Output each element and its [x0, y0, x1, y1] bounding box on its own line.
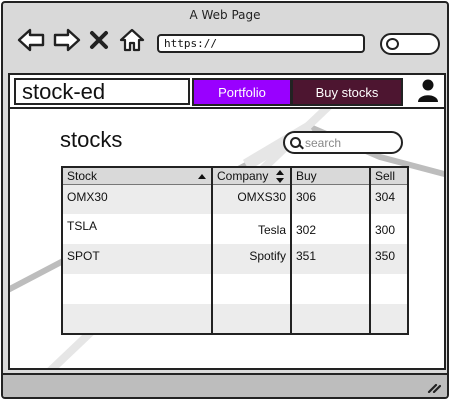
- cell-sell: [370, 304, 408, 334]
- table-row[interactable]: OMX30 OMXS30 306 304: [62, 184, 408, 214]
- close-icon: [90, 31, 108, 49]
- cell-sell: [370, 274, 408, 304]
- cell-sell: 300: [375, 223, 396, 237]
- cell-stock: [62, 274, 213, 304]
- page-content: stock-ed Portfolio Buy stocks stocks sea…: [8, 73, 446, 370]
- table-header-row: Stock Company Buy Sell: [62, 167, 408, 185]
- cell-company: [212, 274, 292, 304]
- brand-logo[interactable]: stock-ed: [14, 78, 190, 105]
- tab-portfolio-label: Portfolio: [218, 84, 266, 100]
- cell-buy: [291, 304, 371, 334]
- cell-company: Tesla: [212, 214, 292, 244]
- cell-buy: 351: [291, 244, 371, 274]
- resize-grip-icon[interactable]: [427, 381, 441, 393]
- stop-button[interactable]: [87, 27, 111, 53]
- status-bar: [3, 373, 447, 397]
- cell-buy: [291, 274, 371, 304]
- column-header-stock[interactable]: Stock: [62, 167, 213, 185]
- tab-portfolio[interactable]: Portfolio: [192, 78, 292, 106]
- cell-buy: 306: [291, 184, 371, 214]
- column-header-sell[interactable]: Sell: [370, 167, 408, 185]
- column-header-buy[interactable]: Buy: [291, 167, 371, 185]
- cell-sell: 350: [370, 244, 408, 274]
- cell-stock: TSLA: [62, 214, 213, 244]
- page-title: stocks: [60, 127, 123, 152]
- forward-arrow-icon: [53, 28, 81, 52]
- cell-buy: 302: [291, 214, 371, 244]
- cell-stock: OMX30: [62, 184, 213, 214]
- cell-company: OMXS30: [212, 184, 292, 214]
- stocks-table: Stock Company Buy Sell OMX30 OMXS30 306 …: [61, 166, 409, 335]
- column-header-company[interactable]: Company: [212, 167, 292, 185]
- browser-search-button[interactable]: [380, 33, 440, 55]
- table-row[interactable]: [62, 304, 408, 334]
- forward-button[interactable]: [52, 27, 82, 53]
- sort-ascending-icon[interactable]: [198, 174, 206, 179]
- window-title: A Web Page: [189, 8, 261, 22]
- table-row[interactable]: [62, 274, 408, 304]
- cell-company: Spotify: [212, 244, 292, 274]
- cell-stock: [62, 304, 213, 334]
- sort-icon[interactable]: [276, 170, 284, 183]
- back-arrow-icon: [17, 28, 45, 52]
- cell-sell: 304: [370, 184, 408, 214]
- app-header: stock-ed Portfolio Buy stocks: [10, 75, 444, 109]
- user-icon: [418, 79, 438, 102]
- search-input[interactable]: [305, 134, 397, 151]
- cell-company: [212, 304, 292, 334]
- table-row[interactable]: TSLA Tesla 302 300: [62, 214, 408, 244]
- user-menu-button[interactable]: [408, 75, 444, 107]
- home-icon: [119, 28, 145, 52]
- tab-buy-stocks-label: Buy stocks: [315, 84, 379, 100]
- home-button[interactable]: [118, 27, 146, 53]
- cell-stock: SPOT: [62, 244, 213, 274]
- tab-buy-stocks[interactable]: Buy stocks: [291, 78, 403, 106]
- stock-search-field[interactable]: [283, 131, 403, 154]
- table-row[interactable]: SPOT Spotify 351 350: [62, 244, 408, 274]
- browser-window: A Web Page https:// stock-ed Portfolio B…: [1, 1, 449, 399]
- url-bar[interactable]: https://: [157, 34, 365, 53]
- search-icon: [386, 38, 399, 50]
- back-button[interactable]: [16, 27, 46, 53]
